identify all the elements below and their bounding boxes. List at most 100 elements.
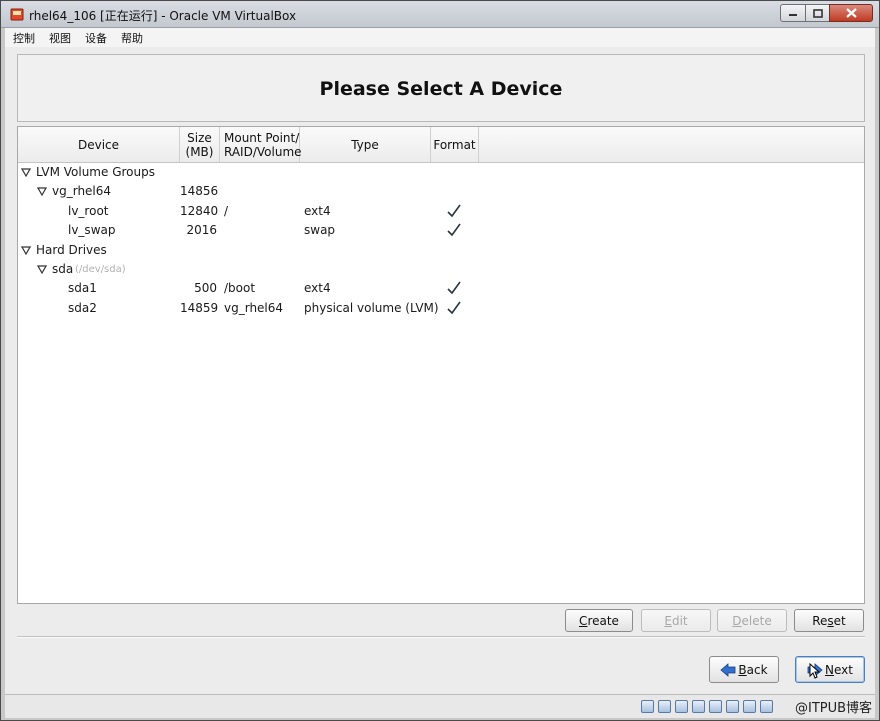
device-name: vg_rhel64 [52,184,112,199]
format-check-icon[interactable] [446,300,462,316]
back-label: Back [738,663,767,677]
device-size: 12840 [180,203,219,218]
tree-row[interactable]: LVM Volume Groups [18,163,864,182]
menu-bar: 控制 视图 设备 帮助 [5,28,875,47]
display-icon[interactable] [726,700,739,713]
column-mount-line1: Mount Point/ [224,130,300,145]
column-mount[interactable]: Mount Point/RAID/Volume [220,127,302,162]
reset-post: et [833,613,846,628]
delete-mnemonic: D [732,613,742,628]
column-mount-label: Mount Point/RAID/Volume [224,131,302,159]
device-size: 14859 [180,300,219,315]
tree-row[interactable]: Hard Drives [18,241,864,260]
window-controls [780,4,873,22]
device-name: lv_root [68,203,109,218]
device-type: ext4 [304,281,331,296]
delete-button[interactable]: Delete [717,609,787,632]
button-separator [17,636,865,638]
expander-icon[interactable] [21,245,31,255]
format-check-icon[interactable] [446,222,462,238]
menu-control[interactable]: 控制 [13,30,35,46]
format-check-icon[interactable] [446,203,462,219]
optical-drive-icon[interactable] [658,700,671,713]
format-check-icon[interactable] [446,280,462,296]
maximize-icon [812,8,823,18]
shared-folder-icon[interactable] [709,700,722,713]
tree-row[interactable]: sda2 14859 vg_rhel64 physical volume (LVM) [18,299,864,318]
expander-icon[interactable] [37,187,47,197]
column-format[interactable]: Format [431,127,479,162]
back-button[interactable]: Back [709,656,779,683]
guest-screen: Please Select A Device Device Size (MB) M… [5,47,875,694]
edit-label: Edit [664,614,687,628]
reset-button[interactable]: Reset [794,609,864,632]
minimize-icon [789,14,797,16]
delete-label: Delete [732,614,771,628]
next-button[interactable]: Next [795,656,865,683]
device-name: sda [52,262,74,276]
capture-icon[interactable] [743,700,756,713]
back-rest: ack [746,662,768,677]
edit-mnemonic: E [664,613,672,628]
status-bar: @ITPUB博客 [5,694,875,718]
edit-button[interactable]: Edit [641,609,711,632]
delete-rest: elete [741,613,772,628]
back-arrow-icon [720,662,736,677]
column-mount-line2: RAID/Volume [224,144,302,159]
installer-header: Please Select A Device [17,54,865,122]
mouse-integration-icon[interactable] [760,700,773,713]
column-device[interactable]: Device [18,127,180,162]
title-bar[interactable]: rhel64_106 [正在运行] - Oracle VM VirtualBox [1,1,879,28]
device-path: (/dev/sda) [75,264,126,275]
column-format-label: Format [433,137,476,152]
virtualbox-window: rhel64_106 [正在运行] - Oracle VM VirtualBox… [0,0,880,721]
device-type: swap [304,223,336,238]
create-button[interactable]: Create [565,609,633,632]
tree-row[interactable]: sda1 500/boot ext4 [18,279,864,298]
device-name: sda2 [68,300,97,315]
next-label: Next [825,663,853,677]
device-size: 2016 [186,223,217,238]
close-button[interactable] [829,4,873,22]
device-name: LVM Volume Groups [36,165,155,179]
page-title: Please Select A Device [319,78,563,100]
column-device-label: Device [77,137,120,152]
column-type[interactable]: Type [300,127,431,162]
minimize-button[interactable] [780,4,806,22]
tree-row[interactable]: vg_rhel64 14856 [18,182,864,201]
status-icons [641,700,777,713]
menu-devices[interactable]: 设备 [85,30,107,46]
column-size-label: Size (MB) [186,131,214,159]
device-tree[interactable]: Device Size (MB) Mount Point/RAID/Volume … [17,126,865,604]
column-size[interactable]: Size (MB) [180,127,220,162]
hard-disk-icon[interactable] [641,700,654,713]
menu-help[interactable]: 帮助 [121,30,143,46]
network-icon[interactable] [692,700,705,713]
next-mnemonic: N [825,662,834,677]
device-mount: / [224,203,229,218]
create-label: Create [579,614,619,628]
watermark: @ITPUB博客 [795,701,873,716]
column-size-line1: Size [187,130,212,145]
expander-icon[interactable] [21,168,31,177]
virtualbox-app-icon [10,8,24,21]
menu-view[interactable]: 视图 [49,30,71,46]
device-type: ext4 [304,203,331,218]
tree-row[interactable]: lv_root 12840 / ext4 [18,202,864,221]
usb-icon[interactable] [675,700,688,713]
next-rest: ext [834,662,853,677]
expander-icon[interactable] [37,265,47,274]
device-size: 500 [194,281,217,296]
reset-label: Reset [812,614,846,628]
reset-pre: Re [812,613,828,628]
maximize-button[interactable] [805,4,830,22]
close-icon [845,8,857,18]
tree-row[interactable]: sda (/dev/sda) [18,260,864,279]
back-mnemonic: B [738,662,747,677]
tree-header: Device Size (MB) Mount Point/RAID/Volume … [18,127,864,163]
create-rest: reate [587,613,619,628]
window-title: rhel64_106 [正在运行] - Oracle VM VirtualBox [29,9,297,23]
device-mount: vg_rhel64 [224,300,284,315]
tree-row[interactable]: lv_swap 2016 swap [18,221,864,240]
device-mount: /boot [224,281,256,296]
